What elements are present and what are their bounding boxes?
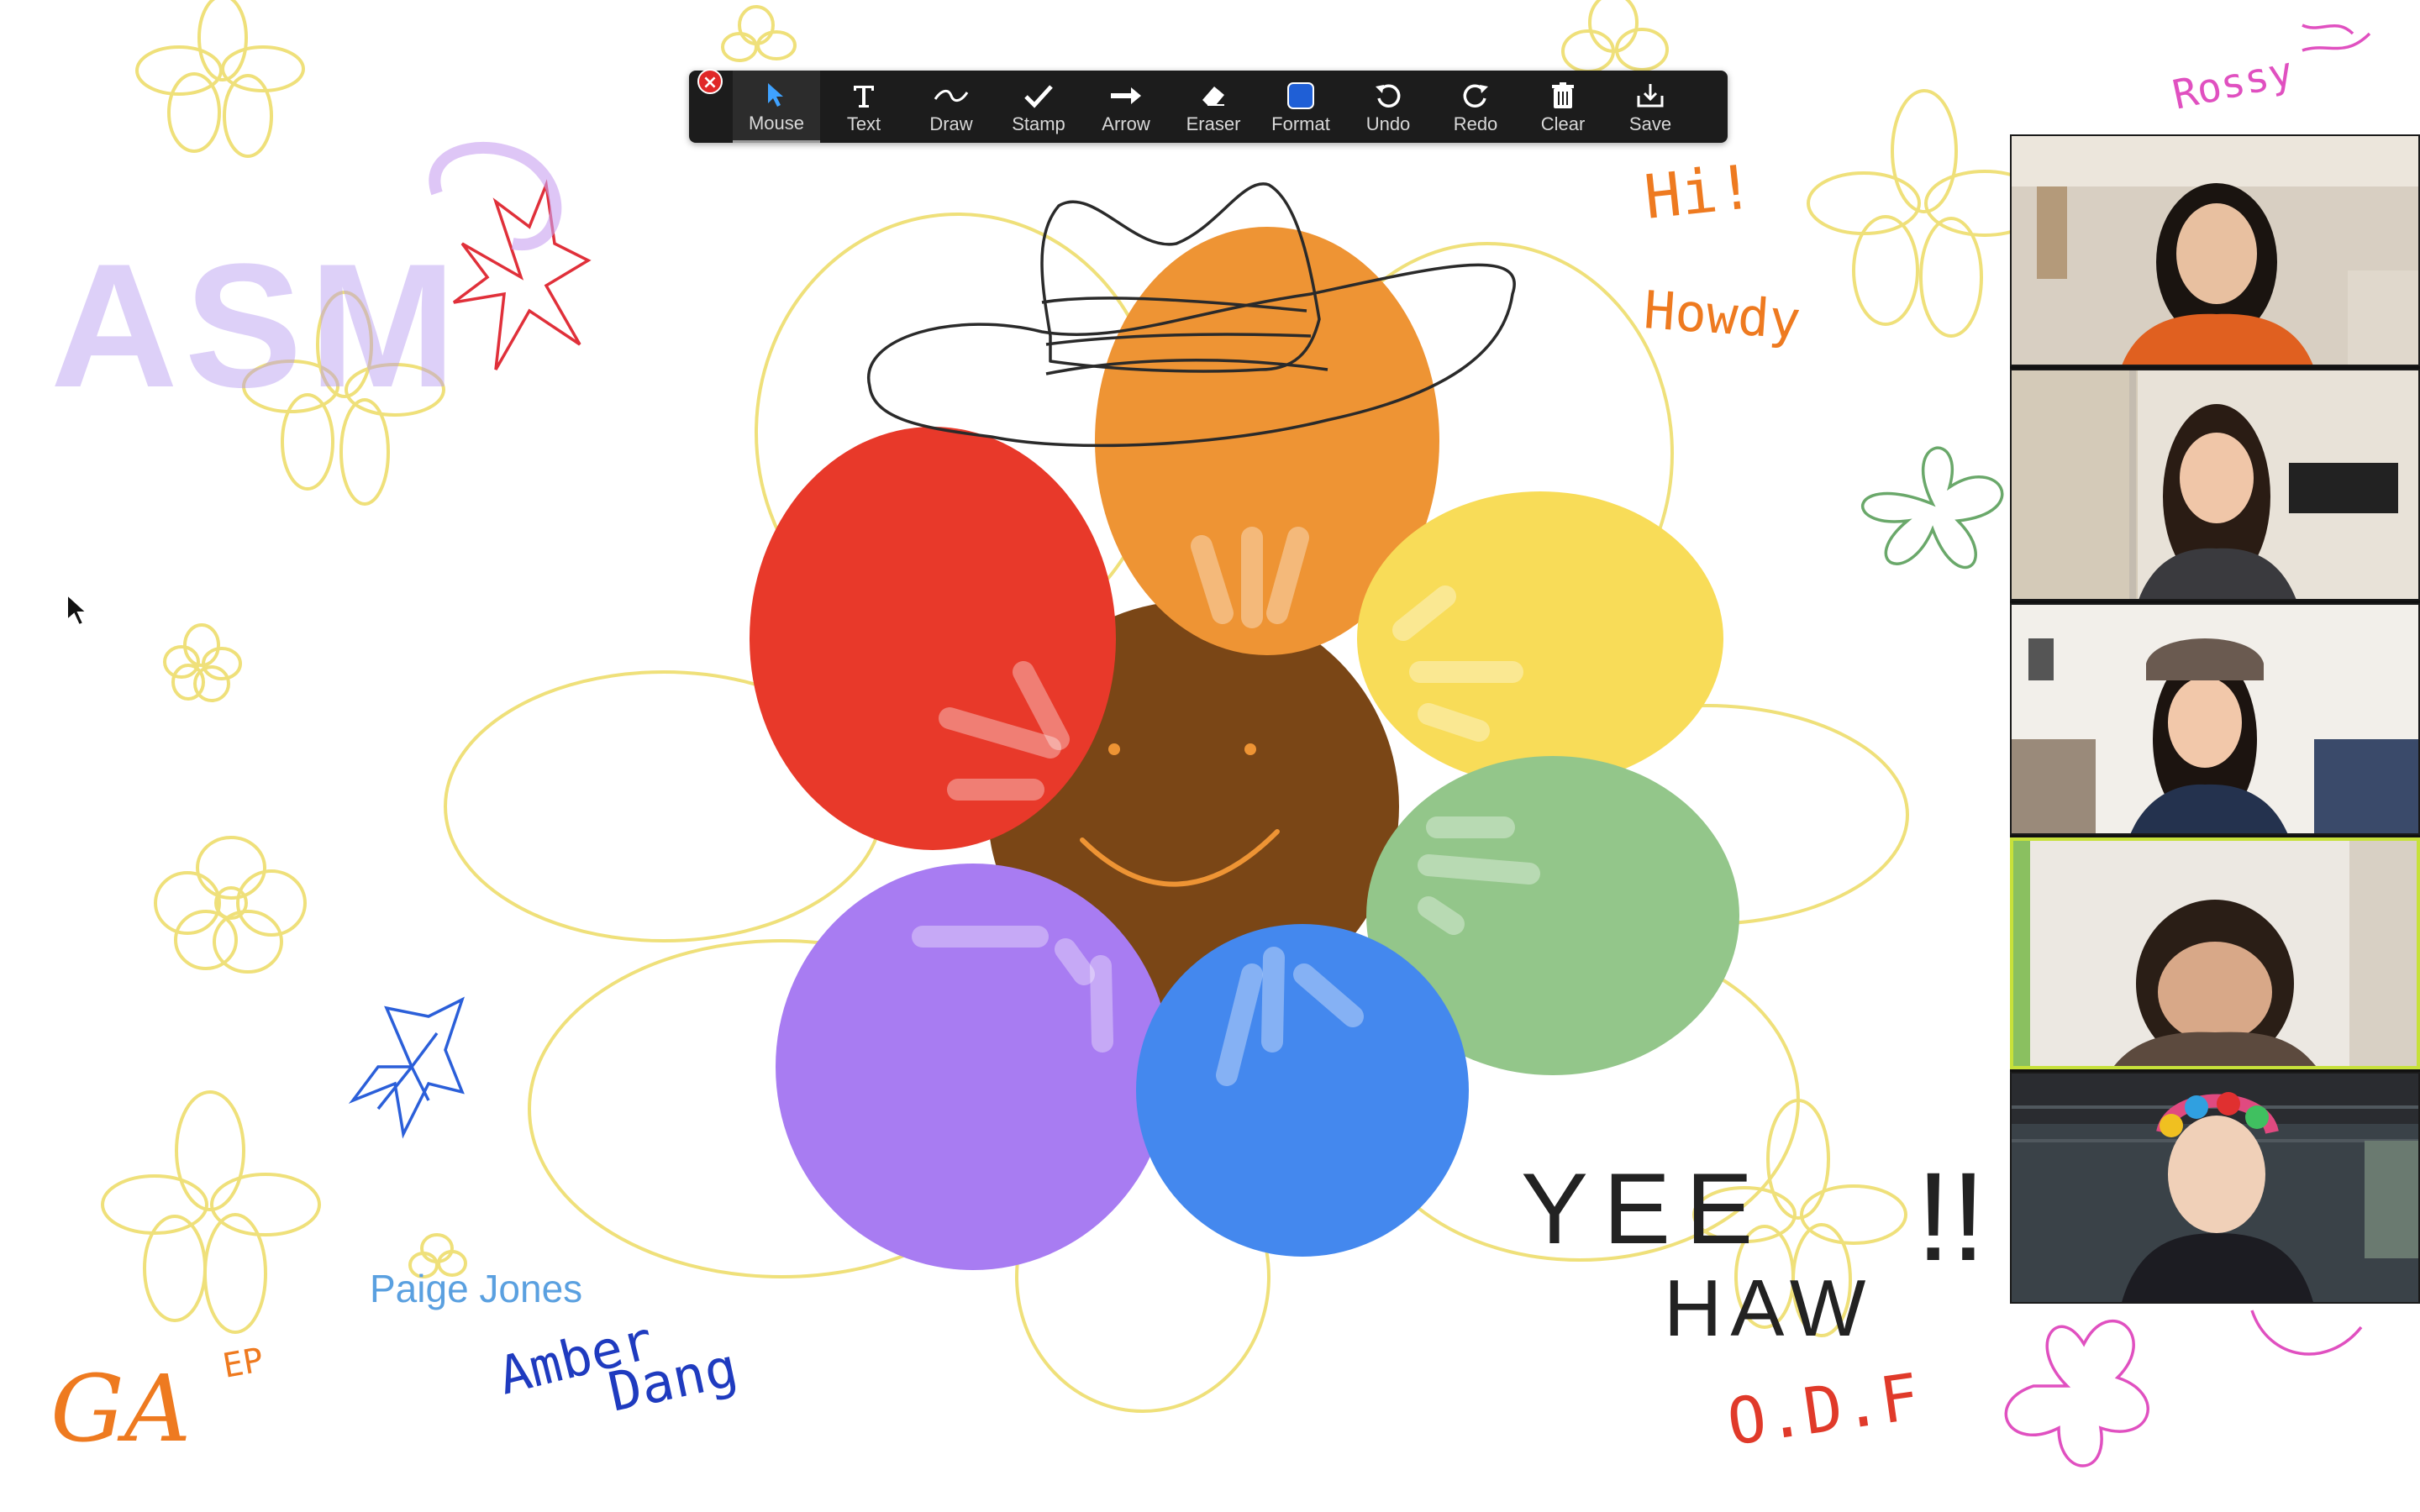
participant-5-avatar [2012, 1074, 2418, 1302]
tool-mouse[interactable]: Mouse [733, 71, 820, 143]
participant-video-1[interactable] [2010, 134, 2420, 366]
paige-jones-name: Paige Jones [370, 1267, 582, 1310]
close-toolbar-icon[interactable]: × [697, 69, 723, 94]
squiggle-icon [934, 78, 969, 113]
tool-stamp[interactable]: Stamp [995, 71, 1082, 143]
check-icon [1023, 78, 1054, 113]
asm-annotation: ASM [50, 227, 463, 424]
hi-annotation: Hi! [1641, 151, 1757, 233]
colored-balloons [750, 227, 1739, 1270]
tool-redo[interactable]: Redo [1432, 71, 1519, 143]
mouse-pointer-icon [66, 592, 89, 627]
tool-stamp-label: Stamp [1012, 113, 1065, 134]
participant-1-avatar [2012, 136, 2418, 365]
tool-draw-label: Draw [929, 113, 973, 134]
tool-text[interactable]: Text [820, 71, 908, 143]
yellow-circle [1357, 491, 1723, 785]
annotation-toolbar: × Mouse Text Draw Stamp Arrow Eraser For… [689, 69, 1728, 143]
arrow-right-icon [1109, 78, 1143, 113]
undo-icon [1374, 78, 1402, 113]
ga-annotation: GA [50, 1355, 191, 1462]
tool-format-label: Format [1271, 113, 1330, 134]
tool-clear[interactable]: Clear [1519, 71, 1607, 143]
participant-video-3[interactable] [2010, 603, 2420, 835]
tool-eraser-label: Eraser [1186, 113, 1241, 134]
tool-mouse-label: Mouse [748, 112, 805, 134]
tool-undo[interactable]: Undo [1344, 71, 1432, 143]
participant-4-avatar [2013, 841, 2417, 1066]
tool-draw[interactable]: Draw [908, 71, 995, 143]
tool-redo-label: Redo [1453, 113, 1498, 134]
participant-video-4-active-speaker[interactable] [2010, 837, 2420, 1069]
color-swatch-icon [1286, 78, 1315, 113]
odf-annotation: O.D.F [1723, 1359, 1923, 1460]
tool-save[interactable]: Save [1607, 71, 1694, 143]
redo-icon [1461, 78, 1490, 113]
exclaim-annotation: !! [1916, 1146, 1986, 1287]
save-download-icon [1635, 78, 1665, 113]
participant-3-avatar [2012, 605, 2418, 833]
tool-format[interactable]: Format [1257, 71, 1344, 143]
eraser-icon [1199, 78, 1228, 113]
tool-save-label: Save [1628, 113, 1672, 134]
red-circle [750, 427, 1116, 850]
howdy-annotation: Howdy [1642, 279, 1802, 351]
rossy-annotation: Rossy [2169, 48, 2297, 119]
tool-eraser[interactable]: Eraser [1170, 71, 1257, 143]
participant-video-panel [2010, 134, 2420, 1304]
trash-icon [1550, 78, 1576, 113]
yee-annotation: YEE [1521, 1152, 1768, 1265]
tool-clear-label: Clear [1540, 113, 1586, 134]
haw-annotation: HAW [1664, 1263, 1874, 1353]
tool-arrow-label: Arrow [1102, 113, 1150, 134]
participant-video-2[interactable] [2010, 369, 2420, 601]
purple-circle [776, 864, 1171, 1270]
tool-text-label: Text [846, 113, 881, 134]
ep-annotation: EP [220, 1341, 266, 1386]
cursor-arrow-icon [765, 77, 788, 113]
participant-video-5[interactable] [2010, 1072, 2420, 1304]
tool-arrow[interactable]: Arrow [1082, 71, 1170, 143]
participant-2-avatar [2012, 370, 2418, 599]
text-T-icon [851, 78, 876, 113]
tool-undo-label: Undo [1365, 113, 1411, 134]
